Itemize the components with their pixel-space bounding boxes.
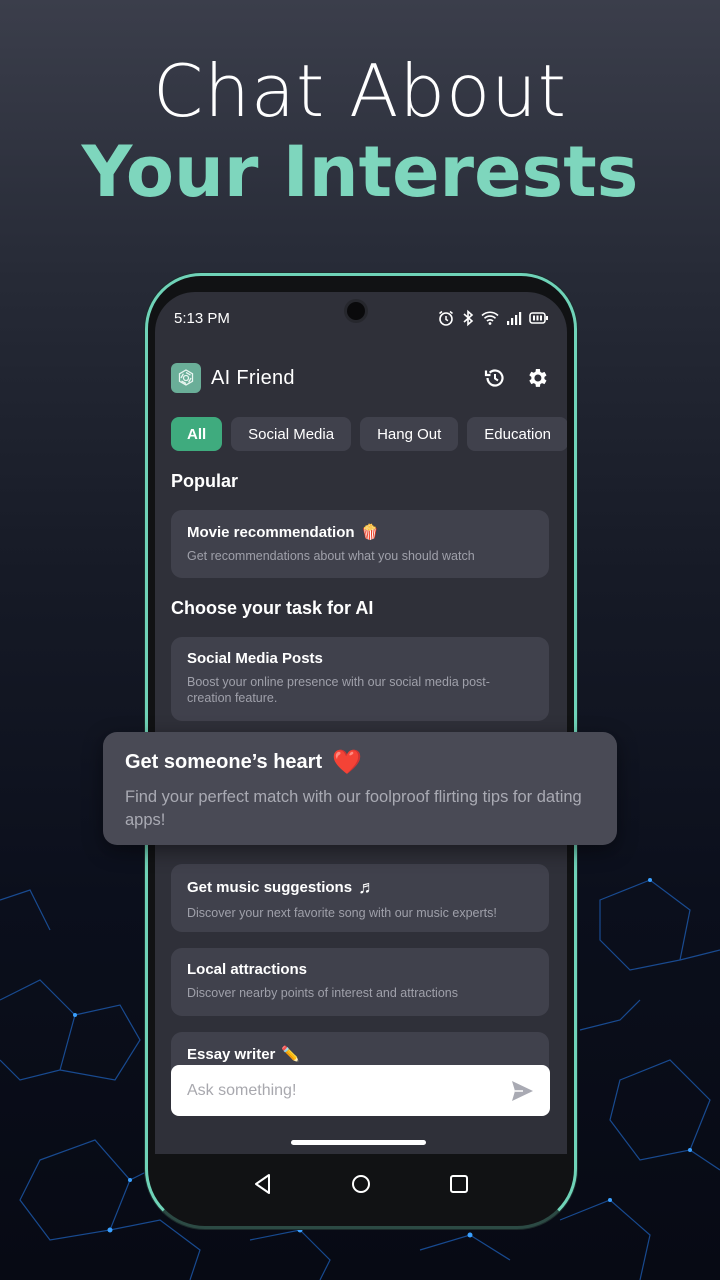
card-title: Social Media Posts — [187, 650, 323, 667]
signal-icon — [507, 312, 522, 325]
highlight-card-description: Find your perfect match with our foolpro… — [125, 788, 582, 829]
pencil-icon: ✏️ — [281, 1046, 301, 1063]
chip-hang-out[interactable]: Hang Out — [360, 417, 459, 451]
popular-section-title: Popular — [171, 471, 239, 491]
ask-input[interactable] — [187, 1081, 510, 1100]
heart-icon: ❤️ — [332, 749, 362, 776]
send-icon[interactable] — [510, 1080, 534, 1102]
chip-education[interactable]: Education — [467, 417, 567, 451]
chip-all[interactable]: All — [171, 417, 223, 451]
card-title: Local attractions — [187, 961, 308, 978]
status-time: 5:13 PM — [174, 309, 230, 327]
headline-line-2: Your Interests — [81, 131, 639, 213]
android-nav-bar — [155, 1154, 567, 1214]
card-movie-recommendation[interactable]: Movie recommendation 🍿 Get recommendation… — [171, 510, 549, 578]
settings-gear-icon[interactable] — [525, 366, 549, 390]
promo-headline: Chat About Your Interests — [0, 52, 720, 214]
home-button[interactable] — [350, 1173, 372, 1195]
headline-line-1: Chat About — [152, 49, 567, 133]
recents-button[interactable] — [449, 1174, 469, 1194]
category-filter-chips: All Social Media Hang Out Education — [171, 417, 567, 451]
card-title: Get music suggestions — [187, 879, 353, 896]
bluetooth-icon — [463, 309, 474, 327]
highlight-card-get-someones-heart[interactable]: Get someone’s heart ❤️ Find your perfect … — [103, 732, 617, 845]
ai-logo-icon — [171, 363, 201, 393]
app-screen: 5:13 PM AI Friend All Social Media Hang — [155, 292, 567, 1154]
alarm-icon — [439, 310, 453, 326]
card-social-media-posts[interactable]: Social Media Posts Boost your online pre… — [171, 637, 549, 721]
battery-icon — [529, 312, 548, 324]
music-note-icon: ♬ — [358, 877, 377, 897]
app-bar: AI Friend — [171, 362, 549, 394]
history-icon[interactable] — [483, 366, 507, 390]
card-title: Movie recommendation — [187, 523, 355, 541]
status-bar: 5:13 PM — [174, 308, 549, 328]
card-description: Discover nearby points of interest and a… — [187, 986, 458, 1000]
home-indicator[interactable] — [291, 1140, 426, 1145]
app-title: AI Friend — [211, 366, 295, 389]
card-description: Discover your next favorite song with ou… — [187, 906, 497, 920]
card-local-attractions[interactable]: Local attractions Discover nearby points… — [171, 948, 549, 1016]
back-button[interactable] — [253, 1173, 273, 1195]
ask-input-bar — [171, 1065, 550, 1116]
chip-social-media[interactable]: Social Media — [231, 417, 352, 451]
card-description: Boost your online presence with our soci… — [187, 675, 490, 705]
tasks-section-title: Choose your task for AI — [171, 598, 374, 618]
card-title: Essay writer — [187, 1045, 276, 1063]
card-description: Get recommendations about what you shoul… — [187, 549, 475, 563]
card-music-suggestions[interactable]: Get music suggestions ♬ Discover your nex… — [171, 864, 549, 932]
wifi-icon — [481, 311, 499, 325]
popcorn-icon: 🍿 — [360, 524, 380, 541]
highlight-card-title: Get someone’s heart — [125, 751, 323, 773]
